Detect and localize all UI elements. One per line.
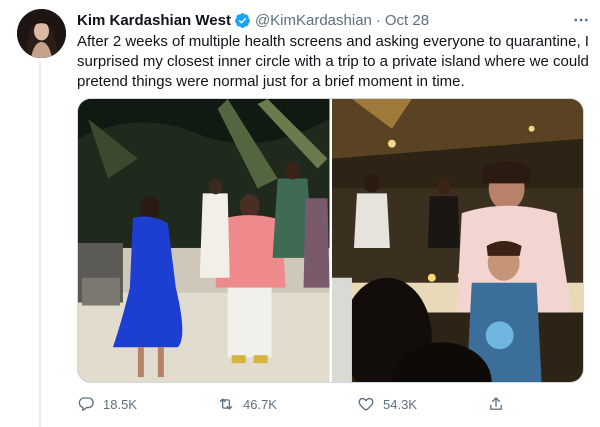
thread-line (39, 62, 41, 427)
user-handle[interactable]: @KimKardashian (255, 12, 372, 29)
tweet-header: Kim Kardashian West @KimKardashian · Oct… (77, 10, 592, 30)
avatar[interactable] (17, 9, 66, 58)
tweet-text: After 2 weeks of multiple health screens… (77, 33, 589, 90)
retweet-button[interactable]: 46.7K (217, 395, 317, 413)
avatar-image (17, 9, 66, 58)
reply-count: 18.5K (103, 396, 137, 412)
reply-button[interactable]: 18.5K (77, 395, 177, 413)
tweet-date[interactable]: Oct 28 (385, 12, 429, 29)
media-photo-right[interactable] (331, 99, 583, 382)
photo-image-right (331, 99, 583, 382)
media-photo-left[interactable] (78, 99, 330, 382)
retweet-count: 46.7K (243, 396, 277, 412)
share-icon (490, 397, 502, 410)
reply-icon (78, 397, 94, 411)
share-button[interactable] (487, 395, 517, 413)
display-name[interactable]: Kim Kardashian West (77, 12, 231, 29)
heart-icon (358, 397, 374, 411)
more-horizontal-icon[interactable] (570, 11, 592, 29)
tweet-card[interactable]: Kim Kardashian West @KimKardashian · Oct… (0, 0, 600, 427)
photo-image-left (78, 99, 330, 382)
retweet-icon (219, 398, 233, 410)
separator-dot: · (375, 11, 381, 29)
like-count: 54.3K (383, 396, 417, 412)
tweet-actions: 18.5K 46.7K 54.3K (77, 393, 517, 415)
verified-badge-icon (234, 12, 251, 29)
media-grid (77, 98, 584, 383)
like-button[interactable]: 54.3K (357, 395, 457, 413)
